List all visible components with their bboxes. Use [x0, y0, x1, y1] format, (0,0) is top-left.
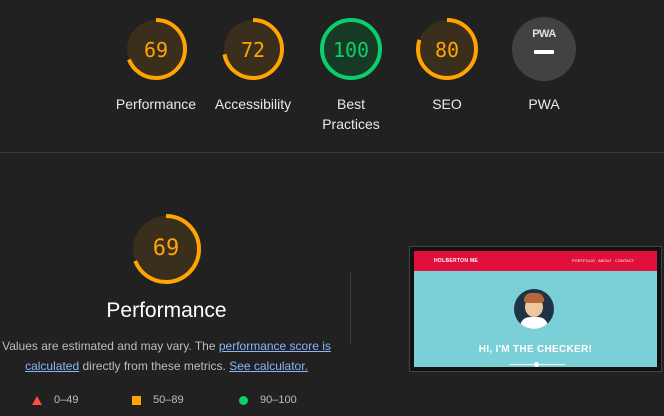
legend-range: 50–89 — [153, 394, 184, 406]
gauge-seo[interactable]: 80 SEO — [392, 16, 502, 114]
vertical-separator — [350, 272, 351, 344]
legend-fail: 0–49 — [32, 394, 78, 408]
gauge-label: Best Practices — [322, 96, 380, 132]
pwa-icon: PWA — [527, 24, 561, 74]
screenshot-menu-item: ABOUT — [598, 258, 612, 263]
triangle-icon — [32, 395, 42, 405]
performance-score: 69 — [152, 236, 180, 261]
performance-title: Performance — [106, 299, 227, 322]
circle-icon — [239, 395, 248, 405]
desc-text: Values are estimated and may vary. The — [2, 339, 219, 353]
square-icon — [132, 395, 141, 405]
avatar-hair — [524, 293, 544, 303]
screenshot-menu-item: PORTFOLIO — [572, 258, 596, 263]
screenshot-navbar: HOLBERTON ME PORTFOLIO ABOUT CONTACT — [414, 251, 657, 271]
see-calculator-link[interactable]: See calculator. — [229, 359, 308, 373]
screenshot-menu-item: CONTACT — [615, 258, 635, 263]
performance-section: 69 Performance Values are estimated and … — [0, 153, 350, 416]
gauge-score: 100 — [332, 38, 370, 62]
legend-average: 50–89 — [132, 394, 184, 408]
avatar — [514, 289, 554, 329]
category-gauges: 69 Performance 72 Accessibility 100 Best… — [0, 0, 664, 152]
gauge-performance[interactable]: 69 Performance — [101, 16, 211, 114]
gauge-label: PWA — [528, 96, 560, 112]
gauge-accessibility[interactable]: 72 Accessibility — [198, 16, 308, 114]
gauge-label: Accessibility — [214, 96, 292, 112]
final-screenshot[interactable]: HOLBERTON ME PORTFOLIO ABOUT CONTACT HI,… — [409, 246, 662, 372]
gauge-score: 69 — [143, 38, 169, 62]
screenshot-image: HOLBERTON ME PORTFOLIO ABOUT CONTACT HI,… — [414, 251, 657, 367]
legend-range: 0–49 — [54, 394, 79, 406]
pwa-badge-text: PWA — [532, 28, 556, 40]
desc-text: directly from these metrics. — [79, 359, 230, 373]
screenshot-brand: HOLBERTON ME — [434, 258, 479, 264]
avatar-shirt — [520, 317, 548, 329]
gauge-score: 72 — [240, 38, 266, 62]
legend-range: 90–100 — [260, 394, 297, 406]
legend-pass: 90–100 — [239, 394, 297, 408]
performance-description: Values are estimated and may vary. The p… — [0, 336, 333, 376]
screenshot-headline: HI, I'M THE CHECKER! — [478, 344, 593, 355]
screenshot-dot — [534, 362, 539, 367]
pwa-dash-icon — [534, 50, 554, 54]
gauge-pwa[interactable]: PWA PWA — [489, 16, 599, 114]
gauge-best-practices[interactable]: 100 Best Practices — [296, 16, 406, 134]
gauge-label: Performance — [115, 96, 197, 112]
gauge-label: SEO — [432, 96, 462, 112]
gauge-score: 80 — [434, 38, 460, 62]
